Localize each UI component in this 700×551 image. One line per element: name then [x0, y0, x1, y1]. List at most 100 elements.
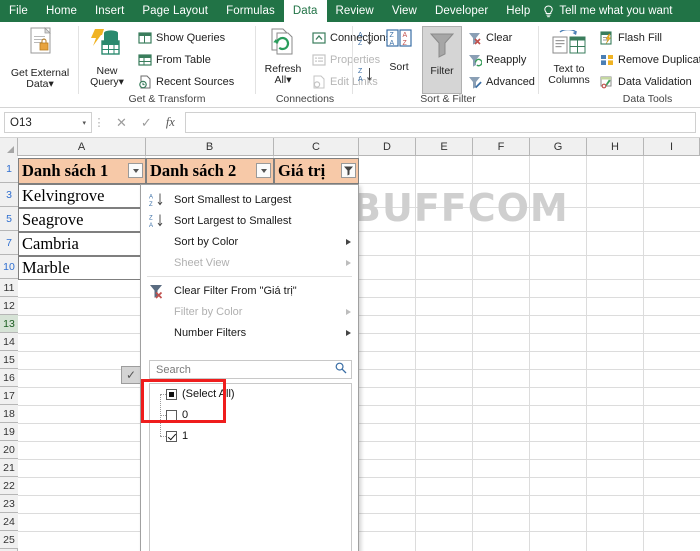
- cell-a10[interactable]: Marble: [18, 256, 146, 280]
- formula-input[interactable]: [184, 112, 696, 133]
- column-header-i-label: I: [669, 141, 674, 153]
- tell-me-box[interactable]: Tell me what you want: [539, 0, 672, 22]
- data-validation-button[interactable]: Data Validation ▾: [600, 75, 700, 89]
- row-header-23[interactable]: 23: [0, 495, 18, 513]
- tab-review[interactable]: Review: [327, 0, 383, 22]
- formula-bar-grip[interactable]: ⋮: [92, 116, 106, 129]
- row-header-7[interactable]: 7: [0, 231, 18, 255]
- row-header-20[interactable]: 20: [0, 441, 18, 459]
- recent-sources-button[interactable]: Recent Sources: [138, 75, 234, 89]
- row-header-14[interactable]: 14: [0, 333, 18, 351]
- refresh-all-button[interactable]: Refresh All▾: [258, 28, 308, 87]
- cell-a7[interactable]: Cambria: [18, 232, 146, 256]
- row-header-25-label: 25: [3, 533, 15, 546]
- filter-button-column-a[interactable]: [128, 163, 143, 178]
- row-header-18[interactable]: 18: [0, 405, 18, 423]
- name-box-value: O13: [10, 116, 32, 129]
- text-to-columns-button[interactable]: Text to Columns: [542, 28, 596, 87]
- confirm-check-overlay-button[interactable]: ✓: [121, 366, 141, 384]
- tab-help[interactable]: Help: [497, 0, 539, 22]
- filter-search-input[interactable]: Search: [149, 360, 352, 379]
- remove-duplicates-button[interactable]: Remove Duplicates: [600, 53, 700, 67]
- filter-button-column-b[interactable]: [256, 163, 271, 178]
- filter-button[interactable]: Filter: [422, 30, 462, 77]
- sort-ascending-button[interactable]: AZ: [358, 30, 372, 47]
- row-header-12[interactable]: 12: [0, 297, 18, 315]
- row-header-3[interactable]: 3: [0, 183, 18, 207]
- sort-descending-button[interactable]: ZA: [358, 66, 372, 83]
- insert-function-icon[interactable]: fx: [166, 115, 175, 130]
- tab-data[interactable]: Data: [283, 0, 327, 22]
- row-header-10[interactable]: 10: [0, 255, 18, 279]
- sort-button[interactable]: Z A A Z Sort: [380, 28, 418, 73]
- row-header-7-label: 7: [6, 236, 12, 249]
- cell-a5[interactable]: Seagrove: [18, 208, 146, 232]
- column-header-a[interactable]: A: [18, 138, 146, 156]
- cancel-formula-icon[interactable]: ✕: [116, 115, 127, 131]
- row-header-13[interactable]: 13: [0, 315, 18, 333]
- filter-button-column-c-active[interactable]: [341, 163, 356, 178]
- tab-view[interactable]: View: [383, 0, 426, 22]
- get-external-data-button[interactable]: Get External Data▾: [6, 26, 74, 91]
- name-box[interactable]: O13 ▾: [4, 112, 92, 133]
- column-header-c[interactable]: C: [274, 138, 359, 156]
- row-header-1[interactable]: 1: [0, 156, 18, 183]
- tab-insert[interactable]: Insert: [86, 0, 133, 22]
- menu-item-sort-by-color[interactable]: Sort by Color: [141, 231, 358, 252]
- row-header-24[interactable]: 24: [0, 513, 18, 531]
- tab-developer[interactable]: Developer: [426, 0, 497, 22]
- row-header-5[interactable]: 5: [0, 207, 18, 231]
- menu-item-sort-smallest-to-largest[interactable]: AZ Sort Smallest to Largest: [141, 189, 358, 210]
- row-header-22[interactable]: 22: [0, 477, 18, 495]
- reapply-button[interactable]: Reapply: [468, 53, 526, 67]
- name-box-caret-icon[interactable]: ▾: [82, 119, 86, 127]
- advanced-filter-button[interactable]: Advanced: [468, 75, 535, 89]
- filter-list-item-1[interactable]: 1: [166, 430, 188, 442]
- ribbon-toolbar: Get External Data▾ New Query▾ Show Queri…: [0, 22, 700, 108]
- menu-item-sort-largest-to-smallest[interactable]: ZA Sort Largest to Smallest: [141, 210, 358, 231]
- cell-c1-text: Giá trị: [278, 161, 326, 180]
- chevron-right-icon: [346, 308, 351, 315]
- row-header-17[interactable]: 17: [0, 387, 18, 405]
- get-external-data-caret[interactable]: ▾: [48, 78, 53, 90]
- tab-formulas[interactable]: Formulas: [217, 0, 284, 22]
- row-header-25[interactable]: 25: [0, 531, 18, 549]
- row-header-16[interactable]: 16: [0, 369, 18, 387]
- svg-text:Z: Z: [403, 40, 408, 47]
- row-header-11[interactable]: 11: [0, 279, 18, 297]
- menu-item-number-filters[interactable]: Number Filters: [141, 322, 358, 343]
- column-header-f[interactable]: F: [473, 138, 530, 156]
- menu-item-clear-filter[interactable]: Clear Filter From "Giá trị": [141, 280, 358, 301]
- column-header-g[interactable]: G: [530, 138, 587, 156]
- menu-item-clear-filter-label: Clear Filter From "Giá trị": [174, 284, 297, 297]
- row-header-11-label: 11: [3, 281, 15, 294]
- tab-page-layout[interactable]: Page Layout: [133, 0, 217, 22]
- cell-a1-header[interactable]: Danh sách 1: [18, 158, 146, 184]
- column-header-e[interactable]: E: [416, 138, 473, 156]
- from-table-button[interactable]: From Table: [138, 53, 211, 67]
- cell-b1-header[interactable]: Danh sách 2: [146, 158, 274, 184]
- flash-fill-button[interactable]: Flash Fill: [600, 31, 662, 45]
- column-header-h[interactable]: H: [587, 138, 644, 156]
- row-header-19[interactable]: 19: [0, 423, 18, 441]
- select-all-corner[interactable]: [0, 138, 18, 156]
- confirm-formula-icon[interactable]: ✓: [141, 115, 152, 131]
- new-query-button[interactable]: New Query▾: [82, 28, 132, 89]
- row-header-15[interactable]: 15: [0, 351, 18, 369]
- tab-home[interactable]: Home: [37, 0, 86, 22]
- column-header-b[interactable]: B: [146, 138, 274, 156]
- value-1-checkbox[interactable]: [166, 430, 177, 442]
- column-header-d[interactable]: D: [359, 138, 416, 156]
- cell-a3[interactable]: Kelvingrove: [18, 184, 146, 208]
- row-header-21[interactable]: 21: [0, 459, 18, 477]
- column-header-i[interactable]: I: [644, 138, 700, 156]
- cell-a5-text: Seagrove: [22, 210, 84, 229]
- refresh-all-label-1: Refresh: [264, 62, 302, 75]
- tab-file[interactable]: File: [0, 0, 37, 22]
- new-query-caret[interactable]: ▾: [119, 76, 124, 88]
- clear-filter-button[interactable]: Clear: [468, 31, 512, 45]
- tab-file-label: File: [9, 5, 28, 17]
- refresh-all-caret[interactable]: ▾: [286, 74, 291, 86]
- show-queries-button[interactable]: Show Queries: [138, 31, 225, 45]
- svg-text:A: A: [358, 32, 363, 39]
